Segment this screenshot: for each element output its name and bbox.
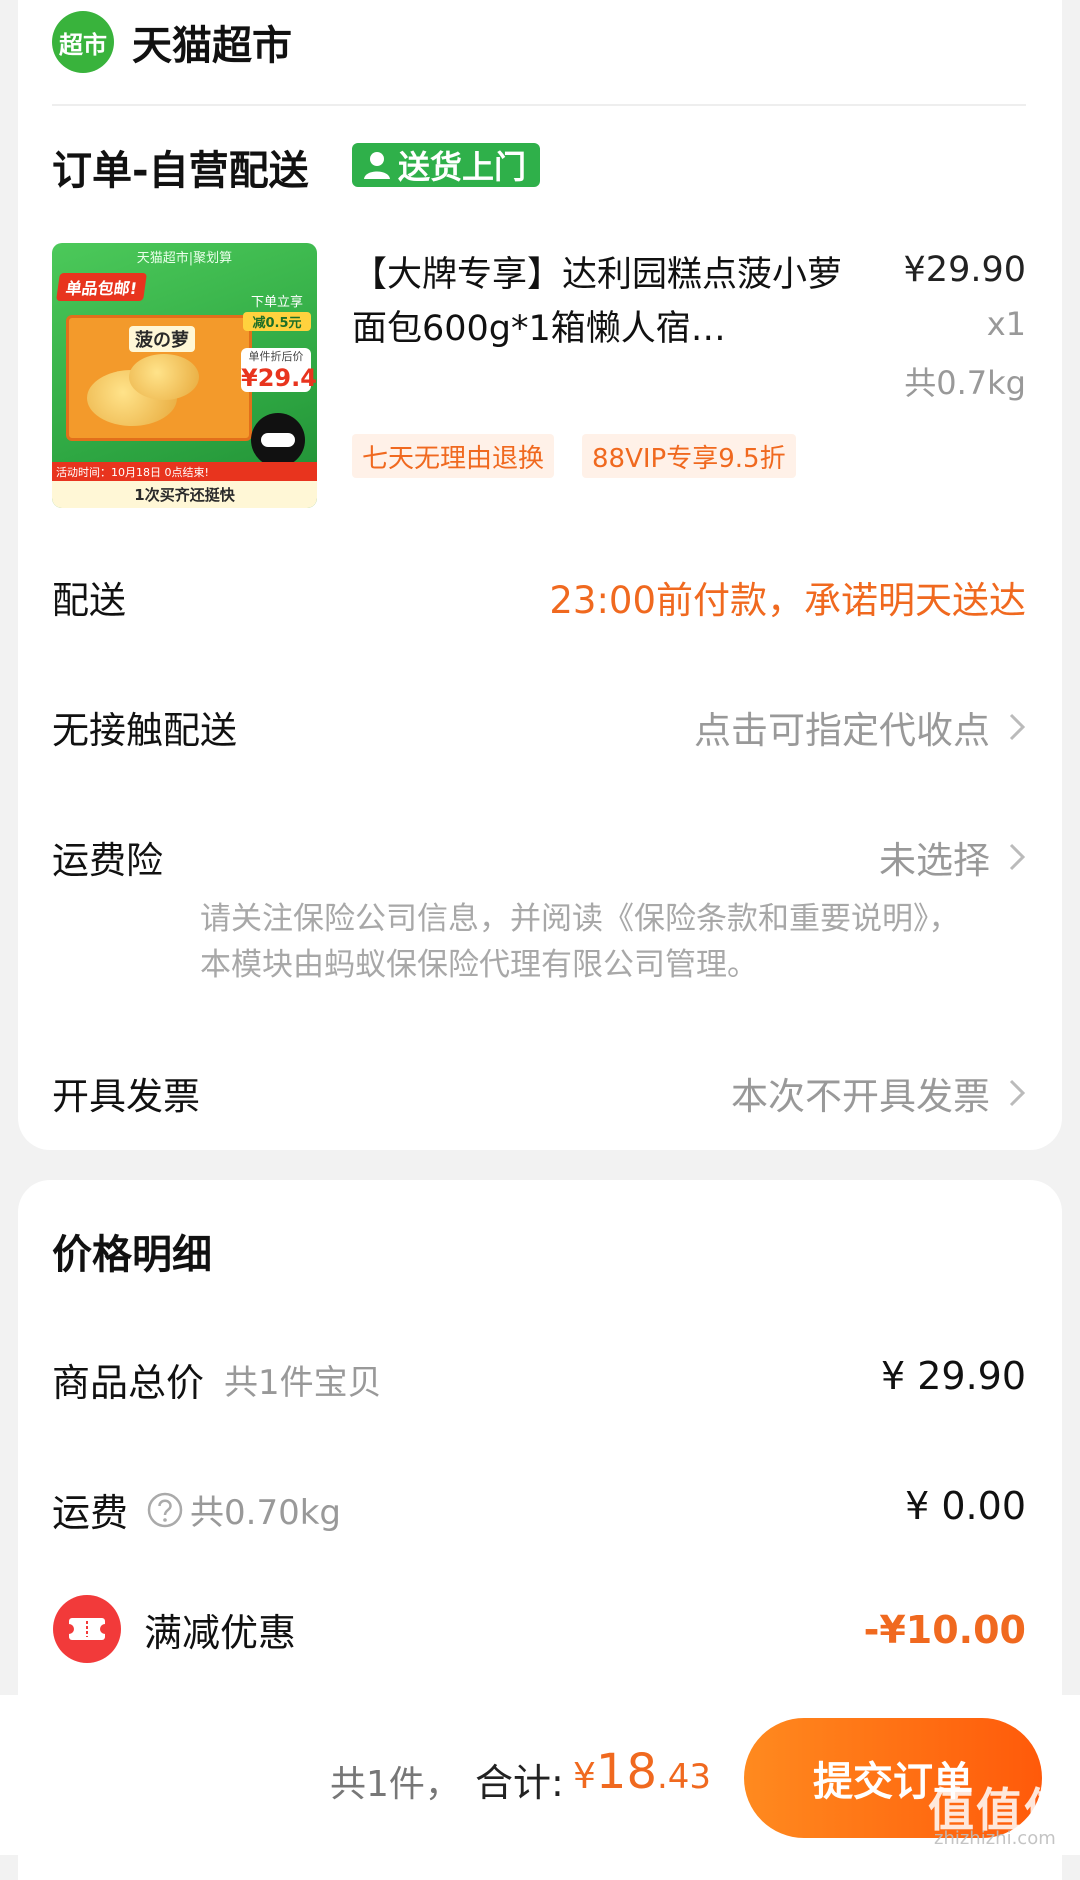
delivery-row-label: 配送: [52, 579, 126, 622]
delivery-tag: 送货上门: [352, 143, 541, 187]
product-weight: 共0.7kg: [904, 364, 1026, 402]
divider: [52, 104, 1026, 106]
invoice-row-label: 开具发票: [52, 1075, 200, 1118]
image-bottom-text: 1次买齐还挺快: [52, 481, 317, 508]
total-currency: ¥: [573, 1756, 596, 1797]
invoice-value: 本次不开具发票: [731, 1075, 990, 1118]
discount-row: 满减优惠: [52, 1594, 296, 1664]
contactless-row[interactable]: 点击可指定代收点: [694, 700, 1026, 754]
image-top-text: 天猫超市|聚划算: [136, 251, 233, 266]
total-decimal: .43: [656, 1757, 712, 1797]
store-logo: 超市: [52, 11, 114, 73]
total-count: 共1件，: [330, 1764, 461, 1805]
invoice-row[interactable]: 本次不开具发票: [731, 1066, 1026, 1120]
image-price-label: 单件折后价: [248, 350, 304, 363]
question-circle-icon[interactable]: [146, 1491, 184, 1529]
product-price: ¥29.90: [903, 250, 1026, 290]
side-cut: 减0.5元: [243, 312, 311, 331]
shipping-label: 运费: [52, 1491, 129, 1535]
contactless-value: 点击可指定代收点: [694, 709, 990, 752]
price-detail-title: 价格明细: [52, 1232, 212, 1278]
store-name: 天猫超市: [132, 23, 292, 69]
image-price-badge: 单件折后价 ¥29.4: [241, 348, 317, 392]
bread-shape: [129, 354, 199, 400]
side-line: 下单立享: [250, 295, 303, 310]
product-box: 菠の萝: [66, 315, 252, 441]
chevron-right-icon: [1009, 1079, 1026, 1107]
product-image[interactable]: 天猫超市|聚划算 单品包邮! 菠の萝 下单立享 减0.5元 单件折后价 ¥29.…: [52, 243, 317, 508]
total-label: 合计:: [475, 1761, 564, 1805]
insurance-row-label: 运费险: [52, 839, 163, 882]
shipping-row: 运费 共0.70kg: [52, 1482, 341, 1537]
delivery-promise: 23:00前付款，承诺明天送达: [549, 579, 1026, 622]
delivery-tag-label: 送货上门: [398, 148, 527, 186]
goods-total-row: 商品总价 共1件宝贝: [52, 1352, 382, 1407]
total-integer: 18: [595, 1744, 657, 1800]
image-price-value: ¥29.4: [241, 364, 317, 392]
order-title: 订单-自营配送: [52, 148, 309, 194]
insurance-note: 请关注保险公司信息，并阅读《保险条款和重要说明》，本模块由蚂蚁保保险代理有限公司…: [200, 901, 960, 983]
box-label: 菠の萝: [129, 326, 195, 352]
goods-total-sub: 共1件宝贝: [224, 1363, 382, 1403]
discount-value: -¥10.00: [863, 1608, 1026, 1652]
chevron-right-icon: [1009, 713, 1026, 741]
image-side-promo: 下单立享 减0.5元: [243, 291, 311, 331]
delivery-row-value: 23:00前付款，承诺明天送达: [549, 570, 1026, 624]
shipping-sub: 共0.70kg: [190, 1493, 341, 1533]
total-value: ¥ 18 .43: [573, 1744, 711, 1800]
image-time-text: 活动时间：10月18日 0点结束!: [52, 462, 317, 482]
product-title[interactable]: 【大牌专享】达利园糕点菠小萝面包600g*1箱懒人宿…: [352, 248, 852, 356]
goods-total-label: 商品总价: [52, 1361, 205, 1405]
chevron-right-icon: [1009, 843, 1026, 871]
insurance-row[interactable]: 未选择: [879, 830, 1026, 884]
person-icon: [364, 152, 390, 179]
insurance-value: 未选择: [879, 839, 990, 882]
shipping-value: ¥ 0.00: [905, 1484, 1026, 1528]
watermark-url: zhizhizhi.com: [934, 1828, 1056, 1849]
store-header[interactable]: 超市 天猫超市: [52, 11, 292, 73]
discount-label: 满减优惠: [144, 1610, 297, 1655]
image-ribbon: 单品包邮!: [56, 273, 148, 301]
promo-tag-return: 七天无理由退换: [352, 434, 555, 478]
contactless-row-label: 无接触配送: [52, 709, 237, 752]
product-quantity: x1: [986, 305, 1026, 343]
promo-tag-vip: 88VIP专享9.5折: [582, 434, 796, 478]
goods-total-value: ¥ 29.90: [880, 1354, 1026, 1398]
coupon-icon: [53, 1595, 121, 1663]
mascot-icon: [251, 413, 305, 467]
